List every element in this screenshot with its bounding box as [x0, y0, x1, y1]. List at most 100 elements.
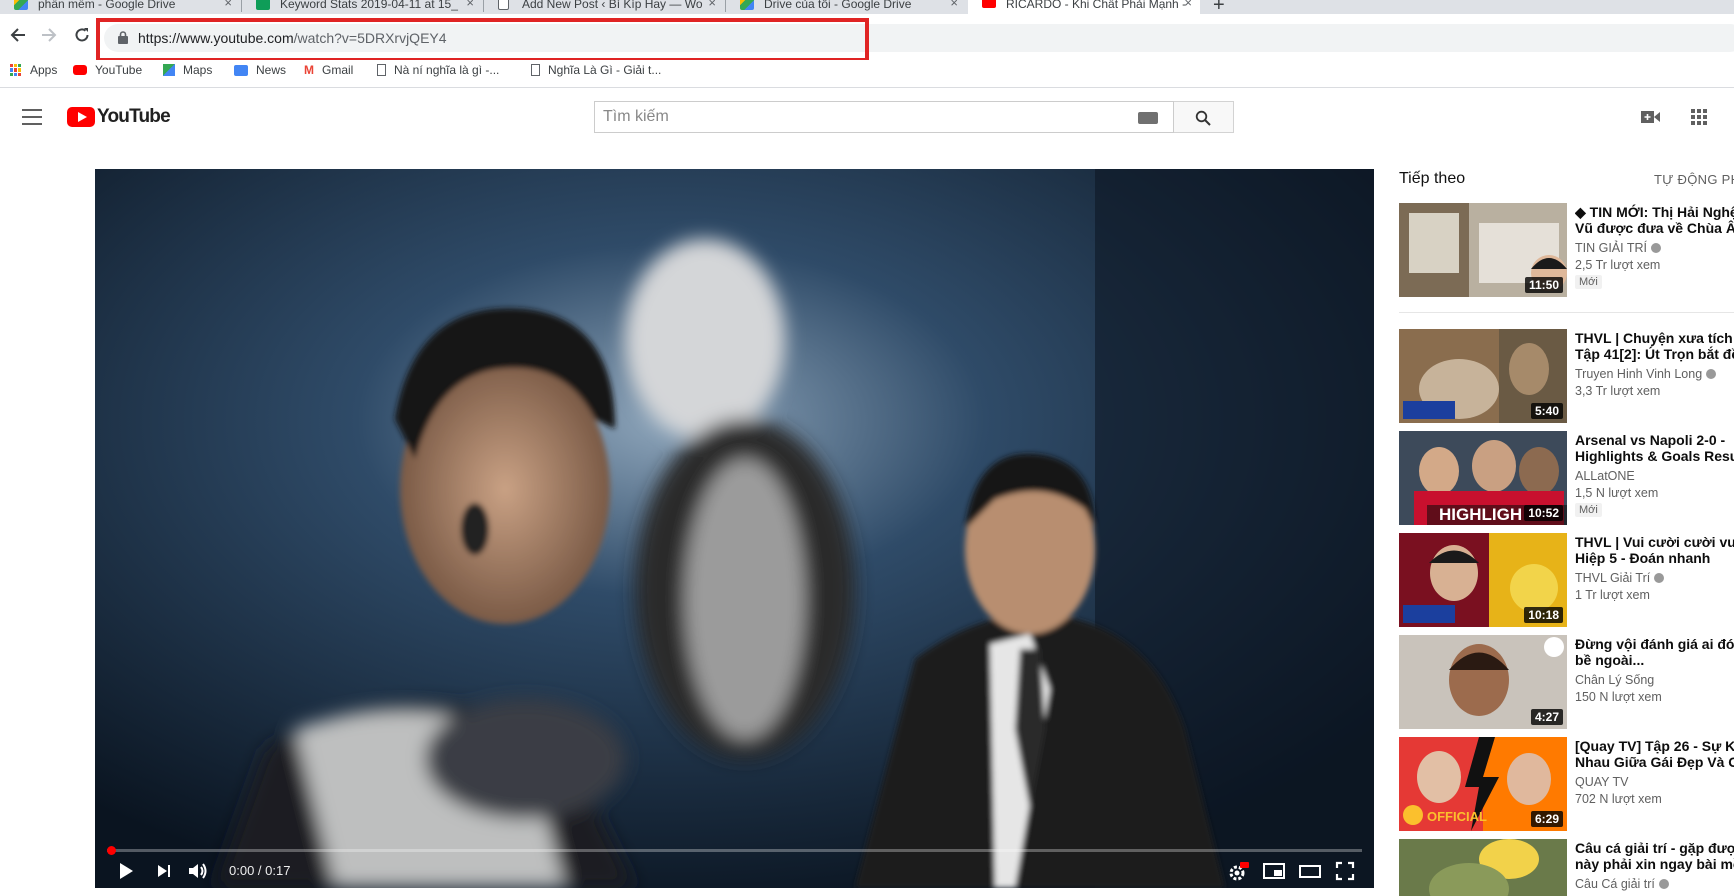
- view-count: 3,3 Tr lượt xem: [1575, 384, 1661, 398]
- video-player[interactable]: 0:00 / 0:17: [95, 169, 1374, 888]
- close-icon[interactable]: ×: [708, 0, 716, 10]
- forward-arrow-icon[interactable]: [40, 26, 58, 44]
- google-sheets-icon: [256, 0, 270, 10]
- autoplay-toggle-label[interactable]: TỰ ĐỘNG PHÁT: [1654, 172, 1734, 187]
- play-icon[interactable]: [117, 861, 135, 881]
- channel-name[interactable]: TIN GIẢI TRÍ: [1575, 241, 1661, 255]
- settings-gear-icon[interactable]: [1227, 861, 1249, 883]
- tab-strip: phần mềm - Google Drive × Keyword Stats …: [0, 0, 1734, 16]
- close-icon[interactable]: ×: [950, 0, 958, 10]
- tab-phan-mem-drive[interactable]: phần mềm - Google Drive ×: [0, 0, 240, 14]
- progress-bar[interactable]: [107, 849, 1362, 852]
- search-button[interactable]: [1174, 101, 1234, 133]
- page-icon: [377, 64, 386, 76]
- new-badge: Mới: [1575, 275, 1602, 289]
- title-line-2: Tập 41[2]: Út Trọn bắt đền: [1575, 346, 1734, 362]
- title-line-1: [Quay TV] Tập 26 - Sự Khác: [1575, 738, 1734, 754]
- youtube-logo[interactable]: YouTube: [67, 106, 171, 128]
- video-thumbnail[interactable]: 4:27: [1399, 635, 1567, 729]
- url-highlight-annotation: [96, 18, 869, 62]
- video-thumbnail[interactable]: 10:18: [1399, 533, 1567, 627]
- close-icon[interactable]: ×: [1184, 0, 1192, 10]
- video-title[interactable]: Arsenal vs Napoli 2-0 - Highlights & Goa…: [1575, 432, 1734, 464]
- search-icon: [1195, 110, 1211, 126]
- title-line-2: Hiệp 5 - Đoán nhanh: [1575, 550, 1711, 566]
- bookmark-maps[interactable]: Maps: [163, 63, 212, 77]
- bookmark-apps[interactable]: Apps: [10, 63, 57, 77]
- video-title[interactable]: ◆ TIN MỚI: Thị Hải Nghệ Vũ được đưa về C…: [1575, 204, 1734, 236]
- volume-icon[interactable]: [187, 861, 209, 881]
- recommended-video[interactable]: 10:18 THVL | Vui cười cười vui - Hiệp 5 …: [1399, 533, 1734, 629]
- channel-label: Chân Lý Sống: [1575, 673, 1655, 687]
- video-title[interactable]: [Quay TV] Tập 26 - Sự Khác Nhau Giữa Gái…: [1575, 738, 1734, 770]
- bookmark-nghia-la-gi[interactable]: Nghĩa Là Gì - Giải t...: [531, 63, 661, 77]
- video-title[interactable]: THVL | Chuyện xưa tích cũ Tập 41[2]: Út …: [1575, 330, 1734, 362]
- bookmark-news[interactable]: News: [234, 63, 286, 77]
- up-next-sidebar: Tiếp theo TỰ ĐỘNG PHÁT 11:50 ◆ TIN MỚI: …: [1399, 145, 1734, 896]
- close-icon[interactable]: ×: [224, 0, 232, 10]
- channel-label: ALLatONE: [1575, 469, 1635, 483]
- video-thumbnail[interactable]: [1399, 839, 1567, 896]
- video-thumbnail[interactable]: HIGHLIGH 10:52: [1399, 431, 1567, 525]
- bookmark-label: Nà ní nghĩa là gì -...: [394, 63, 500, 77]
- recommended-video[interactable]: Câu cá giải trí - gặp được này phải xin …: [1399, 839, 1734, 896]
- duration-badge: 5:40: [1530, 403, 1563, 419]
- keyboard-icon[interactable]: [1138, 112, 1158, 124]
- tab-drive-cua-toi[interactable]: Drive của tôi - Google Drive ×: [726, 0, 966, 14]
- view-count: 150 N lượt xem: [1575, 690, 1662, 704]
- duration-badge: 4:27: [1530, 709, 1563, 725]
- video-title[interactable]: THVL | Vui cười cười vui - Hiệp 5 - Đoán…: [1575, 534, 1734, 566]
- channel-name[interactable]: Chân Lý Sống: [1575, 673, 1654, 687]
- bookmark-na-ni[interactable]: Nà ní nghĩa là gì -...: [377, 63, 499, 77]
- google-drive-icon: [740, 0, 754, 10]
- channel-name[interactable]: ALLatONE: [1575, 469, 1635, 483]
- youtube-play-logo-icon: [67, 107, 95, 127]
- channel-name[interactable]: QUAY TV: [1575, 775, 1629, 789]
- back-arrow-icon[interactable]: [9, 26, 27, 44]
- next-icon[interactable]: [156, 861, 172, 881]
- title-line-1: Arsenal vs Napoli 2-0 -: [1575, 432, 1726, 448]
- title-line-1: THVL | Chuyện xưa tích cũ: [1575, 330, 1734, 346]
- video-thumbnail[interactable]: OFFICIAL 6:29: [1399, 737, 1567, 831]
- verified-icon: [1654, 573, 1665, 583]
- menu-icon[interactable]: [22, 109, 42, 125]
- title-line-2: Nhau Giữa Gái Đẹp Và Gái: [1575, 754, 1734, 770]
- video-title[interactable]: Đừng vội đánh giá ai đó qua bề ngoài...: [1575, 636, 1734, 668]
- theater-mode-icon[interactable]: [1299, 861, 1321, 881]
- video-thumbnail[interactable]: 11:50: [1399, 203, 1567, 297]
- video-title[interactable]: Câu cá giải trí - gặp được này phải xin …: [1575, 840, 1734, 872]
- search-input[interactable]: [595, 102, 1095, 132]
- close-icon[interactable]: ×: [466, 0, 474, 10]
- channel-name[interactable]: Câu Cá giải trí: [1575, 877, 1669, 891]
- page-icon: [498, 0, 509, 10]
- reload-icon[interactable]: [73, 26, 91, 44]
- tab-add-new-post[interactable]: Add New Post ‹ Bí Kíp Hay — Wo ×: [484, 0, 724, 14]
- tab-ricardo-youtube[interactable]: RICARDO - Khi Chất Phải Mạnh - ×: [968, 0, 1200, 14]
- video-thumbnail[interactable]: 5:40: [1399, 329, 1567, 423]
- bookmark-gmail[interactable]: M Gmail: [304, 63, 353, 77]
- bookmark-label: Maps: [183, 63, 213, 77]
- duration-badge: 10:52: [1524, 505, 1563, 521]
- youtube-icon: [73, 65, 87, 75]
- bookmark-youtube[interactable]: YouTube: [73, 63, 142, 77]
- page-icon: [531, 64, 540, 76]
- channel-name[interactable]: Truyen Hinh Vinh Long: [1575, 367, 1717, 381]
- create-video-icon[interactable]: [1641, 110, 1661, 124]
- thumbnail-text: OFFICIAL: [1427, 809, 1487, 824]
- bookmark-label: News: [256, 63, 287, 77]
- view-count: 702 N lượt xem: [1575, 792, 1662, 806]
- recommended-video[interactable]: OFFICIAL 6:29 [Quay TV] Tập 26 - Sự Khác…: [1399, 737, 1734, 833]
- apps-icon[interactable]: [1691, 109, 1707, 125]
- youtube-masthead: YouTube: [0, 89, 1734, 145]
- recommended-video[interactable]: HIGHLIGH 10:52 Arsenal vs Napoli 2-0 - H…: [1399, 431, 1734, 527]
- fullscreen-icon[interactable]: [1335, 861, 1355, 881]
- scrubber-handle[interactable]: [107, 846, 116, 855]
- miniplayer-icon[interactable]: [1263, 861, 1285, 881]
- channel-name[interactable]: THVL Giải Trí: [1575, 571, 1665, 585]
- tab-keyword-stats[interactable]: Keyword Stats 2019-04-11 at 15_ ×: [242, 0, 482, 14]
- recommended-video[interactable]: 5:40 THVL | Chuyện xưa tích cũ Tập 41[2]…: [1399, 329, 1734, 425]
- recommended-video[interactable]: 4:27 Đừng vội đánh giá ai đó qua bề ngoà…: [1399, 635, 1734, 731]
- title-line-2: này phải xin ngay bài mồi: [1575, 856, 1734, 872]
- recommended-video[interactable]: 11:50 ◆ TIN MỚI: Thị Hải Nghệ Vũ được đư…: [1399, 203, 1734, 299]
- title-line-1: Câu cá giải trí - gặp được: [1575, 840, 1734, 856]
